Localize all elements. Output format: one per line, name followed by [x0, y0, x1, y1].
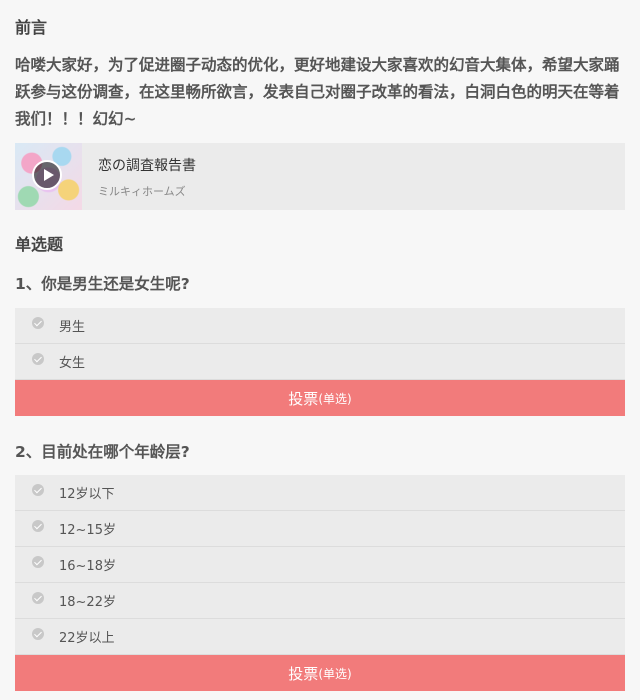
vote-sub: (单选) [318, 666, 352, 681]
section-title-single-choice: 单选题 [15, 235, 64, 254]
preface-text: 哈喽大家好，为了促进圈子动态的优化，更好地建设大家喜欢的幻音大集体，希望大家踊跃… [15, 56, 620, 128]
question-1-options: 男生 女生 投票 (单选) [15, 308, 625, 416]
option-female[interactable]: 女生 [15, 344, 625, 380]
question-2-options: 12岁以下 12~15岁 16~18岁 18~22岁 22岁以上 投票 (单选) [15, 475, 625, 691]
option-12-15[interactable]: 12~15岁 [15, 511, 625, 547]
preface-title: 前言 [15, 18, 48, 37]
option-label: 22岁以上 [59, 631, 115, 646]
option-over-22[interactable]: 22岁以上 [15, 619, 625, 655]
vote-label: 投票 [288, 664, 319, 683]
option-label: 12岁以下 [59, 487, 115, 502]
survey-page: 前言 哈喽大家好，为了促进圈子动态的优化，更好地建设大家喜欢的幻音大集体，希望大… [0, 0, 640, 700]
check-icon [32, 627, 44, 640]
play-icon[interactable] [32, 160, 62, 190]
vote-sub: (单选) [318, 391, 352, 406]
option-label: 男生 [59, 320, 86, 335]
option-label: 女生 [59, 356, 86, 371]
vote-label: 投票 [288, 389, 319, 408]
option-under-12[interactable]: 12岁以下 [15, 475, 625, 511]
album-cover [15, 143, 82, 210]
check-icon [32, 316, 44, 329]
check-icon [32, 483, 44, 496]
music-artist: ミルキィホームズ [98, 184, 186, 198]
vote-button-q1[interactable]: 投票 (单选) [15, 380, 625, 416]
option-label: 18~22岁 [59, 595, 116, 610]
music-player[interactable]: 恋の調査報告書 ミルキィホームズ [15, 143, 625, 210]
music-title: 恋の調査報告書 [98, 157, 196, 174]
check-icon [32, 555, 44, 568]
option-16-18[interactable]: 16~18岁 [15, 547, 625, 583]
question-2-title: 2、目前处在哪个年龄层? [15, 443, 190, 461]
question-1-title: 1、你是男生还是女生呢? [15, 275, 190, 293]
check-icon [32, 352, 44, 365]
option-18-22[interactable]: 18~22岁 [15, 583, 625, 619]
option-label: 12~15岁 [59, 523, 116, 538]
check-icon [32, 519, 44, 532]
vote-button-q2[interactable]: 投票 (单选) [15, 655, 625, 691]
option-male[interactable]: 男生 [15, 308, 625, 344]
check-icon [32, 591, 44, 604]
music-meta: 恋の調査報告書 ミルキィホームズ [98, 155, 196, 199]
option-label: 16~18岁 [59, 559, 116, 574]
